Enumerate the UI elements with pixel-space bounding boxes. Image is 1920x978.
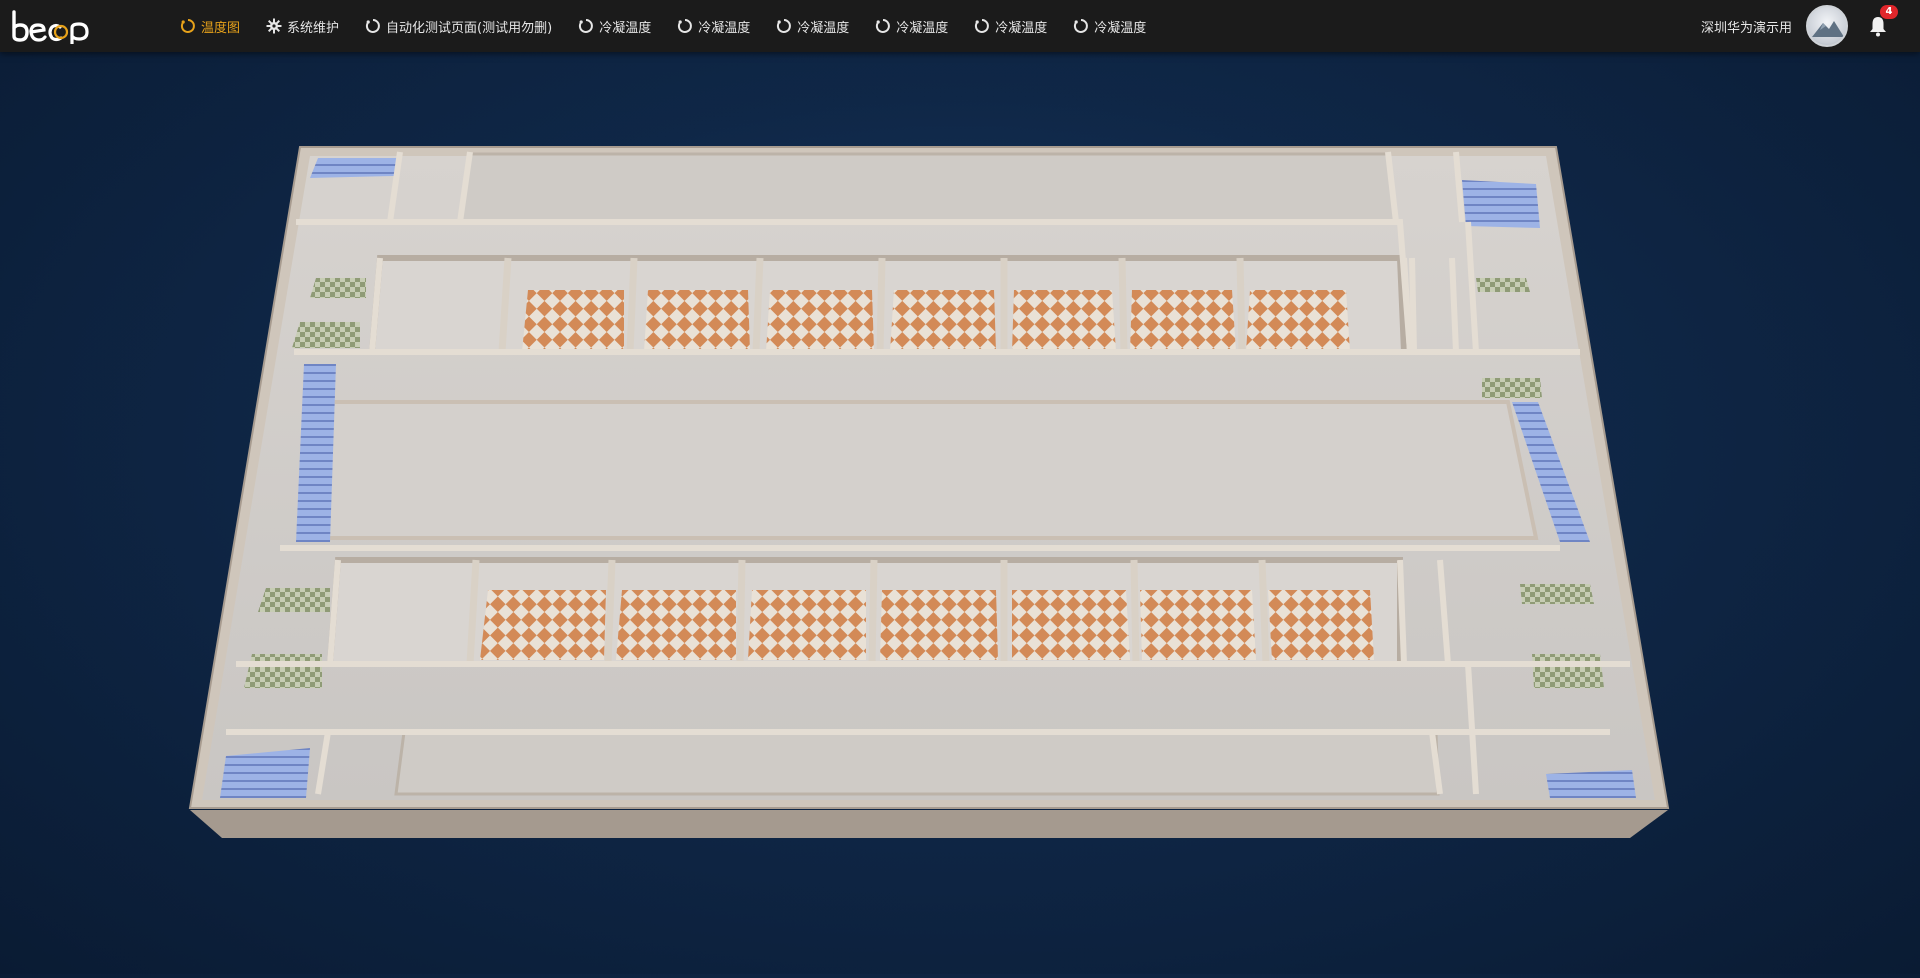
nav-item-label: 系统维护 xyxy=(287,20,340,36)
user-avatar-icon[interactable] xyxy=(1806,5,1848,47)
nav-item-label: 冷凝温度 xyxy=(599,20,652,36)
nav-item-condensing-temp-5[interactable]: 冷凝温度 xyxy=(964,0,1057,52)
nav-item-label: 冷凝温度 xyxy=(995,20,1048,36)
nav-item-system-maintenance[interactable]: 系统维护 xyxy=(256,0,349,52)
ring-icon xyxy=(974,18,990,34)
ring-icon xyxy=(578,18,594,34)
nav-item-condensing-temp-3[interactable]: 冷凝温度 xyxy=(766,0,859,52)
nav-item-label: 温度图 xyxy=(201,20,241,36)
main-nav: 温度图 系统维护 自动化测试页面(测试用勿删) 冷凝温度 冷凝温度 冷凝温度 冷… xyxy=(170,0,1162,52)
gear-icon xyxy=(266,18,282,34)
nav-item-label: 自动化测试页面(测试用勿删) xyxy=(386,20,553,36)
notifications-button[interactable]: 4 xyxy=(1866,5,1898,38)
nav-item-label: 冷凝温度 xyxy=(896,20,949,36)
nav-item-temperature-map[interactable]: 温度图 xyxy=(170,0,250,52)
ring-icon xyxy=(1073,18,1089,34)
temperature-ring-icon xyxy=(180,18,196,34)
building-floorplan-model[interactable] xyxy=(0,52,1920,974)
ring-icon xyxy=(365,18,381,34)
nav-item-condensing-temp-1[interactable]: 冷凝温度 xyxy=(568,0,661,52)
floorplan-3d-view[interactable] xyxy=(0,52,1920,974)
nav-item-label: 冷凝温度 xyxy=(1094,20,1147,36)
nav-item-condensing-temp-6[interactable]: 冷凝温度 xyxy=(1063,0,1156,52)
top-navigation-bar: 温度图 系统维护 自动化测试页面(测试用勿删) 冷凝温度 冷凝温度 冷凝温度 冷… xyxy=(0,0,1920,52)
ring-icon xyxy=(776,18,792,34)
ring-icon xyxy=(677,18,693,34)
user-name[interactable]: 深圳华为演示用 xyxy=(1701,17,1792,36)
nav-item-automation-test[interactable]: 自动化测试页面(测试用勿删) xyxy=(355,0,562,52)
ring-icon xyxy=(875,18,891,34)
nav-item-label: 冷凝温度 xyxy=(797,20,850,36)
notification-count-badge: 4 xyxy=(1880,5,1898,19)
nav-item-label: 冷凝温度 xyxy=(698,20,751,36)
app-logo[interactable] xyxy=(0,0,110,52)
user-area: 深圳华为演示用 4 xyxy=(1701,0,1920,52)
nav-item-condensing-temp-4[interactable]: 冷凝温度 xyxy=(865,0,958,52)
logo-icon xyxy=(12,10,89,44)
nav-item-condensing-temp-2[interactable]: 冷凝温度 xyxy=(667,0,760,52)
